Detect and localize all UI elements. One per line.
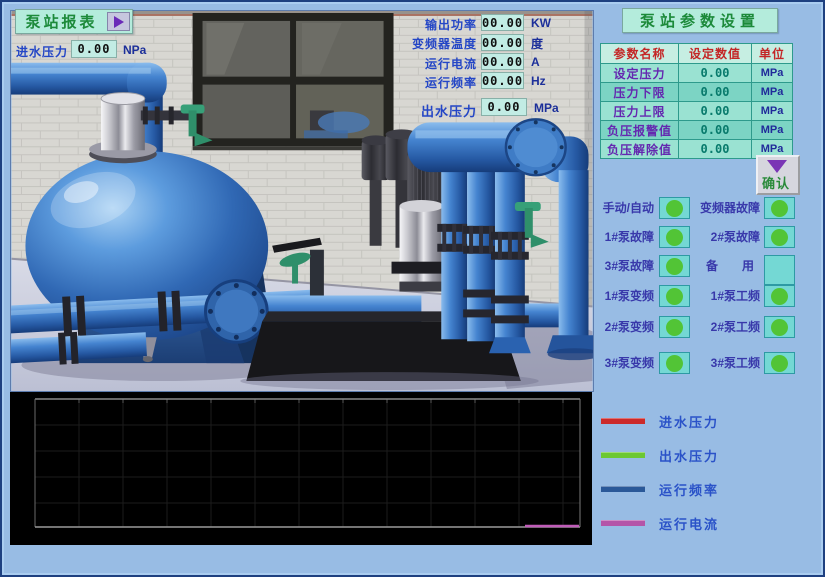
indicator-lamp-box [659, 352, 690, 374]
metric-unit: KW [531, 16, 551, 30]
metric-value: 00.00 [481, 34, 524, 51]
col-header: 设定数值 [679, 44, 752, 64]
metric-label: 运行频率 [405, 74, 477, 91]
inlet-pressure-unit: NPa [123, 43, 146, 57]
inlet-pressure-label: 进水压力 [16, 43, 68, 60]
indicator-lamp-box [659, 285, 690, 307]
trend-chart [10, 392, 592, 545]
legend-item: 出水压力 [601, 448, 719, 462]
indicator-label: 手动/自动 [588, 197, 654, 219]
indicator-lamp-box [764, 226, 795, 248]
metric-label: 运行电流 [405, 55, 477, 72]
status-lamp [771, 319, 788, 336]
status-lamp [666, 200, 683, 217]
indicator-label: 1#泵工频 [688, 285, 760, 307]
indicator-lamp-box [764, 197, 795, 219]
indicator-lamp-box [659, 255, 690, 277]
indicator-label: 1#泵变频 [588, 285, 654, 307]
report-button-label: 泵站报表 [16, 11, 107, 32]
confirm-button[interactable]: 确认 [756, 155, 800, 195]
report-button[interactable]: 泵站报表 [15, 9, 133, 34]
status-lamp [666, 229, 683, 246]
status-lamp [771, 200, 788, 217]
metric-label: 输出功率 [405, 16, 477, 33]
pump-floor-shadow [240, 372, 538, 390]
param-value[interactable]: 0.00 [679, 121, 752, 140]
outlet-pressure-value: 0.00 [481, 98, 527, 116]
metric-unit: A [531, 55, 540, 69]
status-lamp [771, 229, 788, 246]
metric-label: 变频器温度 [405, 35, 477, 52]
confirm-triangle-icon [767, 160, 787, 173]
indicator-label: 变频器故障 [688, 197, 760, 219]
parameter-table-header: 参数名称 设定数值 单位 [601, 44, 793, 64]
indicator-lamp-box [659, 197, 690, 219]
metric-unit: 度 [531, 35, 543, 52]
legend-label: 运行电流 [659, 514, 719, 533]
status-lamp [666, 288, 683, 305]
status-lamp [771, 355, 788, 372]
indicator-lamp-box [659, 316, 690, 338]
indicator-label: 2#泵变频 [588, 316, 654, 338]
param-value[interactable]: 0.00 [679, 140, 752, 159]
col-header: 参数名称 [601, 44, 679, 64]
col-header: 单位 [752, 44, 793, 64]
indicator-label: 2#泵故障 [688, 226, 760, 248]
metric-unit: Hz [531, 74, 546, 88]
metric-value: 00.00 [481, 72, 524, 89]
legend-swatch [601, 520, 645, 526]
window [193, 13, 394, 150]
play-icon[interactable] [107, 12, 130, 31]
indicator-label: 3#泵变频 [588, 352, 654, 374]
indicator-lamp-box [659, 226, 690, 248]
status-lamp [771, 288, 788, 305]
status-lamp [666, 319, 683, 336]
indicator-label: 1#泵故障 [588, 226, 654, 248]
metric-value: 00.00 [481, 53, 524, 70]
param-value[interactable]: 0.00 [679, 64, 752, 83]
legend-swatch [601, 452, 645, 458]
indicator-lamp-box [764, 255, 795, 285]
legend-item: 运行频率 [601, 482, 719, 496]
legend-label: 运行频率 [659, 480, 719, 499]
legend-label: 进水压力 [659, 412, 719, 431]
legend-swatch [601, 486, 645, 492]
table-row: 设定压力 0.00 MPa [601, 64, 793, 83]
legend-item: 进水压力 [601, 414, 719, 428]
trend-chart-grid [10, 392, 592, 545]
indicator-label: 3#泵故障 [588, 255, 654, 277]
confirm-button-label: 确认 [762, 173, 790, 192]
indicator-lamp-box [764, 352, 795, 374]
indicator-label: 3#泵工频 [688, 352, 760, 374]
indicator-lamp-box [764, 316, 795, 338]
pump-station-hmi: 泵站报表 进水压力 0.00 NPa 输出功率 00.00 KW 变频器温度 0… [0, 0, 825, 577]
outlet-manifold [407, 119, 565, 175]
indicator-lamp-box [764, 285, 795, 307]
status-lamp [666, 355, 683, 372]
table-row: 负压报警值 0.00 MPa [601, 121, 793, 140]
table-row: 压力下限 0.00 MPa [601, 83, 793, 102]
inlet-pressure-value: 0.00 [71, 40, 117, 58]
param-value[interactable]: 0.00 [679, 102, 752, 121]
status-lamp [666, 258, 683, 275]
outlet-pressure-unit: MPa [534, 101, 559, 115]
legend-label: 出水压力 [659, 446, 719, 465]
parameter-table: 参数名称 设定数值 单位 设定压力 0.00 MPa 压力下限 0.00 MPa… [600, 43, 793, 159]
table-row: 压力上限 0.00 MPa [601, 102, 793, 121]
metric-value: 00.00 [481, 14, 524, 31]
settings-panel-title: 泵站参数设置 [622, 8, 778, 33]
outlet-pressure-label: 出水压力 [419, 101, 477, 120]
legend-swatch [601, 418, 645, 424]
param-value[interactable]: 0.00 [679, 83, 752, 102]
indicator-label: 备 用 [688, 255, 760, 277]
indicator-label: 2#泵工频 [688, 316, 760, 338]
legend-item: 运行电流 [601, 516, 719, 530]
